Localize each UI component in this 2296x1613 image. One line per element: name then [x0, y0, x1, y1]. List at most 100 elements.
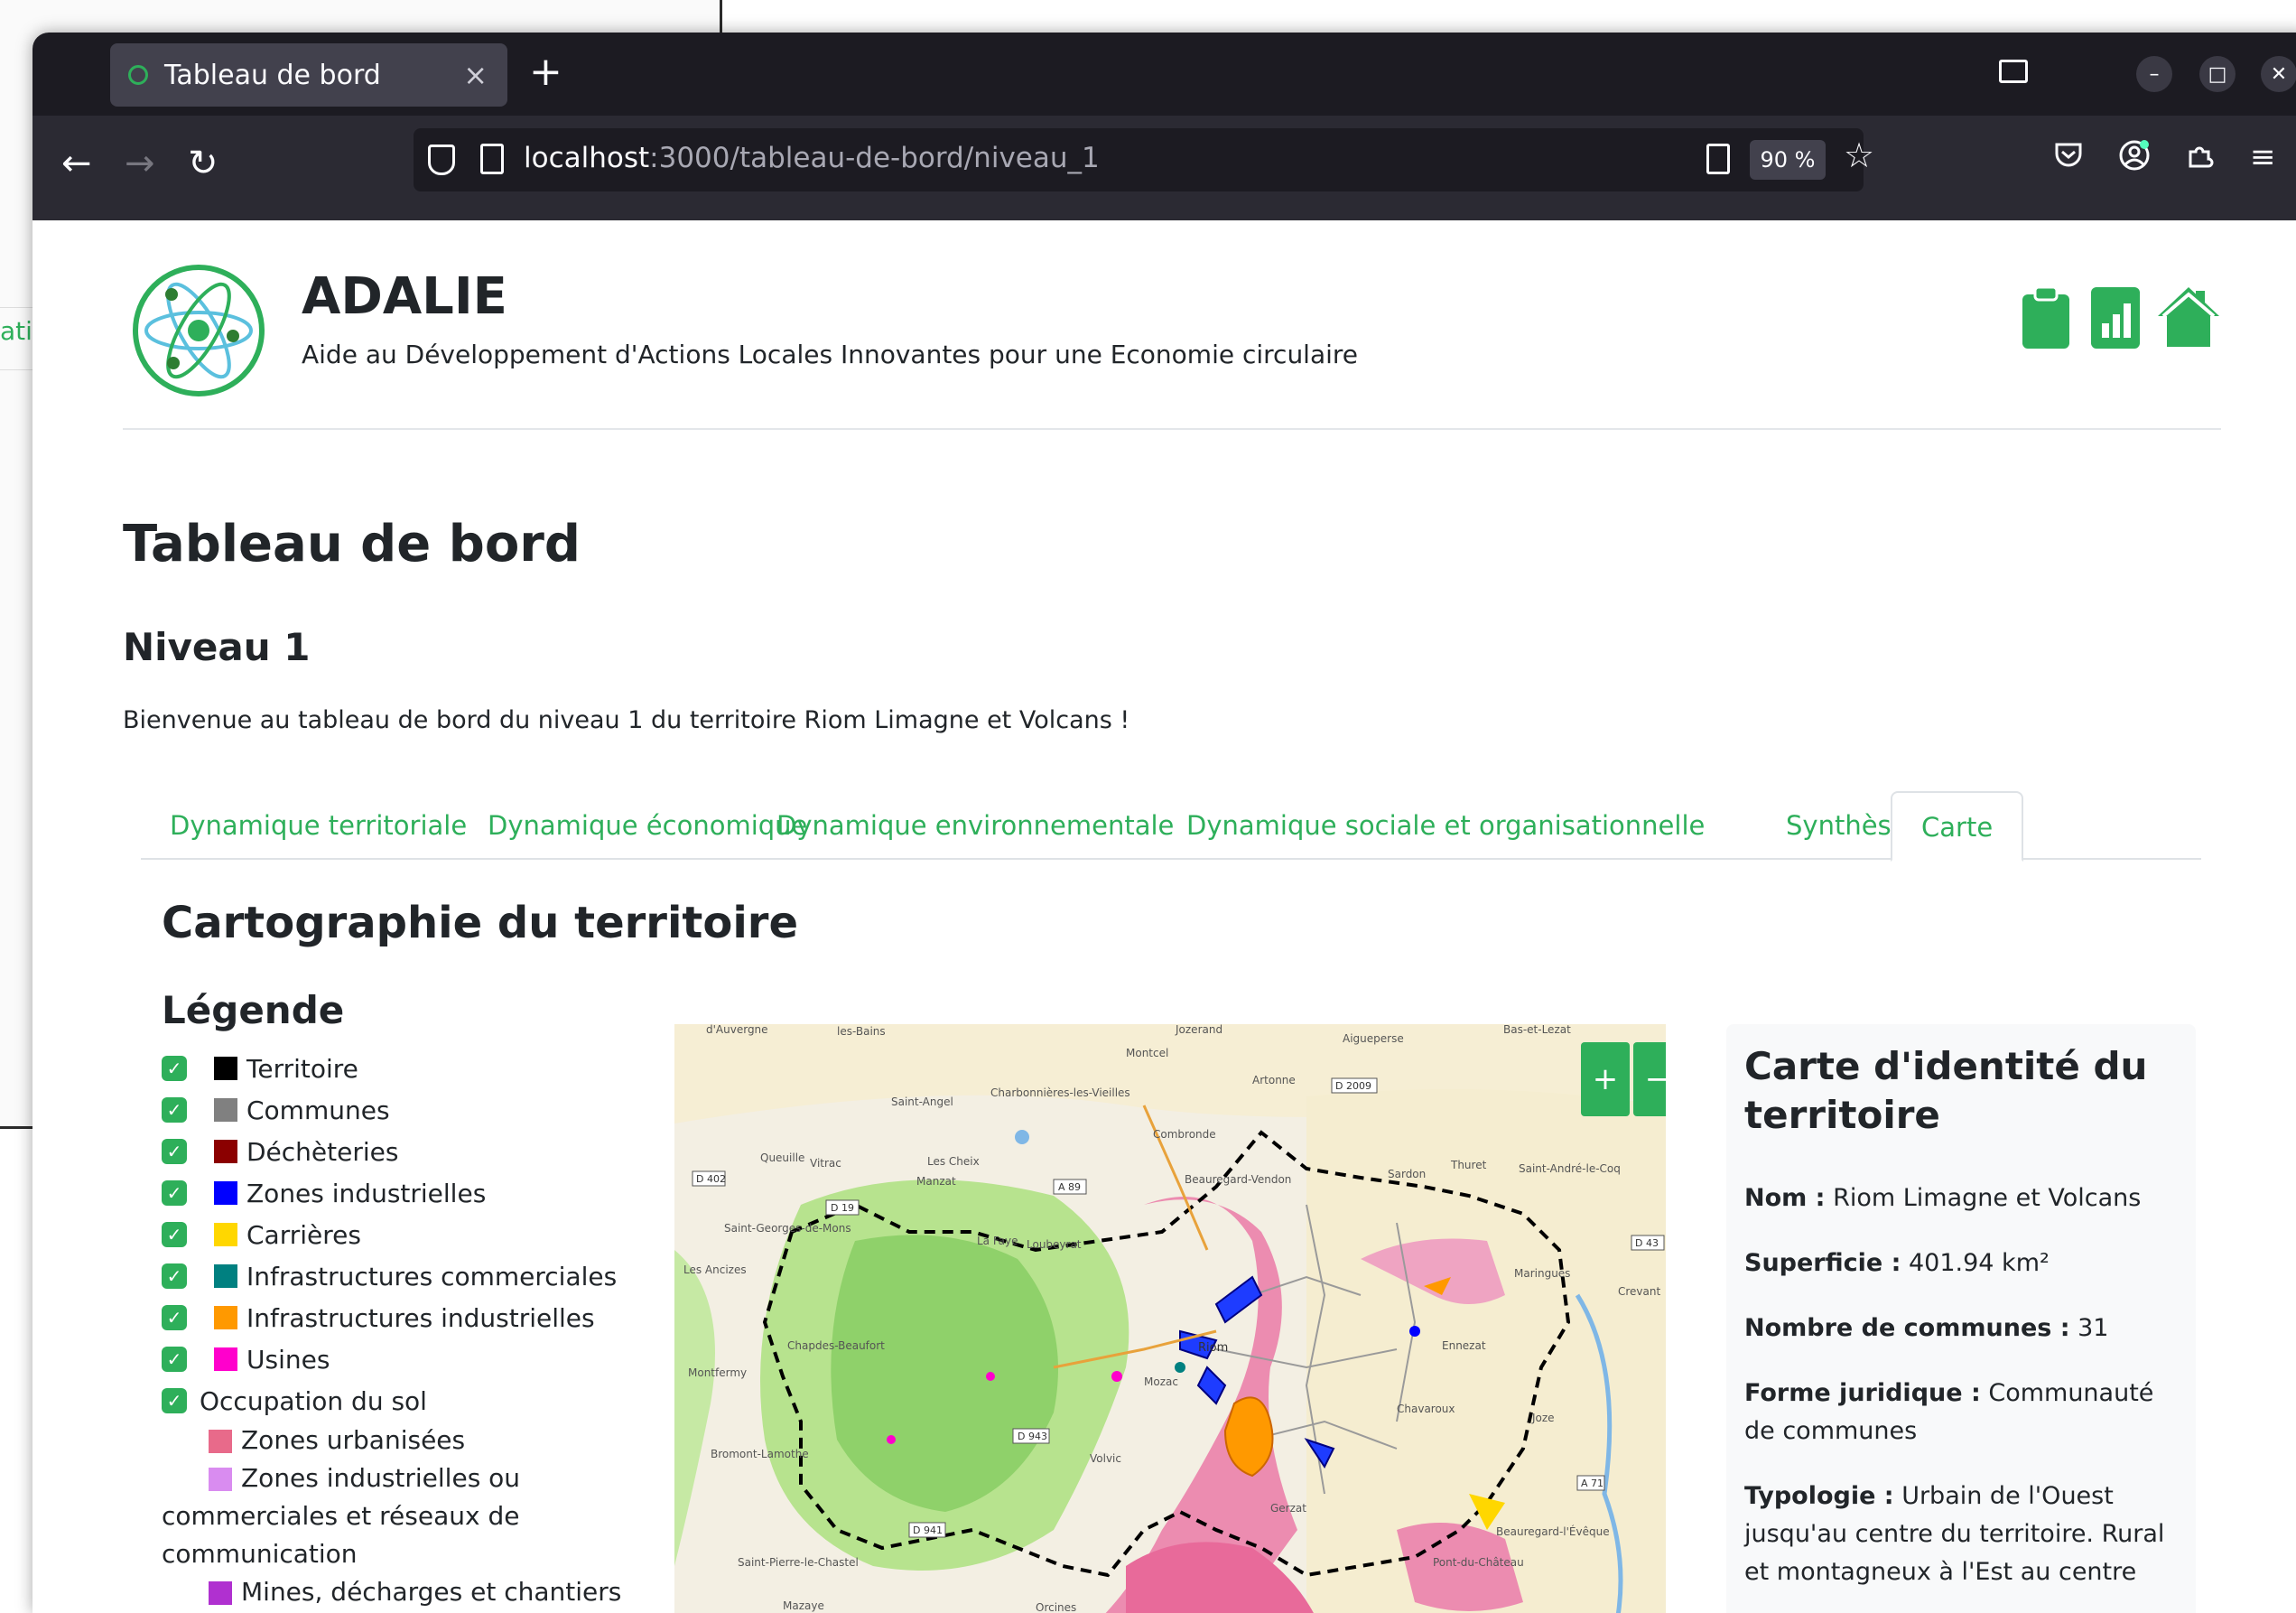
bookmark-star-icon[interactable]: ☆	[1844, 135, 1874, 175]
color-swatch	[214, 1057, 237, 1080]
tab-close-button[interactable]: ×	[463, 58, 488, 92]
window-list-icon[interactable]	[1999, 60, 2028, 83]
territory-id-card: Carte d'identité du territoire Nom : Rio…	[1726, 1024, 2196, 1613]
close-window-button[interactable]: ✕	[2261, 56, 2296, 92]
checkbox[interactable]: ✓	[162, 1222, 187, 1247]
zoom-in-button[interactable]: +	[1581, 1042, 1630, 1116]
page-title: Tableau de bord	[123, 515, 581, 573]
tab-dynamique-territoriale[interactable]: Dynamique territoriale	[141, 791, 496, 860]
legend-sublabel: Zones urbanisées	[241, 1425, 466, 1455]
new-tab-button[interactable]: +	[529, 49, 562, 95]
map-label: Les Ancizes	[683, 1263, 747, 1276]
checkbox[interactable]: ✓	[162, 1180, 187, 1206]
maximize-button[interactable]: □	[2199, 56, 2236, 92]
color-swatch	[214, 1223, 237, 1246]
legend-subitem: Zones urbanisées	[162, 1422, 631, 1459]
legend-subitem: Mines, décharges et chantiers	[162, 1573, 631, 1611]
legend-item[interactable]: ✓ Zones industrielles	[162, 1172, 631, 1214]
adalie-logo	[133, 265, 265, 396]
map-label: Orcines	[1036, 1601, 1076, 1613]
map-label: Montcel	[1126, 1047, 1168, 1059]
page-info-icon[interactable]	[480, 144, 504, 174]
map-label: Bromont-Lamothe	[711, 1448, 809, 1460]
header-separator	[123, 428, 2221, 430]
road-label: D 941	[913, 1524, 943, 1536]
menu-icon[interactable]: ≡	[2250, 139, 2276, 175]
legend-item-occupation[interactable]: ✓ Occupation du sol	[162, 1380, 631, 1422]
url-text[interactable]: localhost:3000/tableau-de-bord/niveau_1	[524, 142, 1100, 174]
map-label: Saint-Georges-de-Mons	[724, 1222, 851, 1235]
zoom-out-button[interactable]: −	[1633, 1042, 1666, 1116]
forward-button[interactable]: →	[125, 143, 155, 184]
tab-title: Tableau de bord	[164, 59, 381, 91]
tab-dynamique-sociale[interactable]: Dynamique sociale et organisationnelle	[1157, 791, 1734, 860]
checkbox[interactable]: ✓	[162, 1305, 187, 1330]
checkbox[interactable]: ✓	[162, 1056, 187, 1081]
checkbox[interactable]: ✓	[162, 1263, 187, 1289]
browser-titlebar: Tableau de bord × + – □ ✕	[33, 33, 2296, 116]
legend-label: Carrières	[246, 1219, 361, 1250]
field-value: 401.94 km²	[1909, 1249, 2050, 1277]
background-window-text: ati	[0, 316, 33, 346]
map-label: Mazaye	[783, 1599, 824, 1612]
home-icon[interactable]	[2156, 285, 2221, 349]
brand-title: ADALIE	[302, 267, 507, 326]
legend-item[interactable]: ✓ Infrastructures commerciales	[162, 1255, 631, 1297]
color-swatch	[214, 1140, 237, 1163]
reload-button[interactable]: ↻	[188, 143, 218, 184]
checkbox[interactable]: ✓	[162, 1139, 187, 1164]
bar-chart-icon[interactable]	[2089, 285, 2142, 350]
section-title: Cartographie du territoire	[162, 898, 799, 948]
clipboard-icon[interactable]	[2021, 285, 2071, 350]
legend-item[interactable]: ✓ Infrastructures industrielles	[162, 1297, 631, 1338]
back-button[interactable]: ←	[61, 143, 92, 184]
legend-label: Déchèteries	[246, 1136, 399, 1167]
tab-carte[interactable]: Carte	[1891, 791, 2024, 862]
brand-subtitle: Aide au Développement d'Actions Locales …	[302, 340, 1359, 369]
map-label: Les Cheix	[927, 1155, 980, 1168]
legend-item[interactable]: ✓ Carrières	[162, 1214, 631, 1255]
account-icon[interactable]	[2118, 139, 2151, 180]
map-label: d'Auvergne	[706, 1024, 768, 1036]
map-label: Queuille	[760, 1151, 804, 1164]
map-canvas[interactable]: d'Auvergne les-Bains Jozerand Bas-et-Lez…	[674, 1024, 1666, 1613]
id-field-communes: Nombre de communes : 31	[1744, 1310, 2178, 1347]
checkbox[interactable]: ✓	[162, 1388, 187, 1413]
territory-map[interactable]: d'Auvergne les-Bains Jozerand Bas-et-Lez…	[674, 1024, 1666, 1613]
legend-label: Territoire	[246, 1053, 358, 1084]
legend-item[interactable]: ✓ Territoire	[162, 1048, 631, 1089]
id-field-superficie: Superficie : 401.94 km²	[1744, 1245, 2178, 1282]
tab-dynamique-environnementale[interactable]: Dynamique environnementale	[748, 791, 1203, 860]
legend-label: Usines	[246, 1344, 330, 1375]
map-label: Vitrac	[810, 1157, 841, 1170]
zoom-level[interactable]: 90 %	[1750, 140, 1826, 180]
color-swatch	[214, 1098, 237, 1122]
checkbox[interactable]: ✓	[162, 1347, 187, 1372]
legend-item[interactable]: ✓ Communes	[162, 1089, 631, 1131]
field-label: Nom :	[1744, 1184, 1826, 1212]
minimize-button[interactable]: –	[2136, 56, 2172, 92]
browser-tab[interactable]: Tableau de bord ×	[110, 43, 507, 107]
legend-item[interactable]: ✓ Usines	[162, 1338, 631, 1380]
legend-label: Occupation du sol	[200, 1385, 427, 1416]
pocket-icon[interactable]	[2053, 139, 2084, 178]
map-label: Mozac	[1144, 1375, 1178, 1388]
map-label: Charbonnières-les-Vieilles	[990, 1086, 1130, 1099]
url-bar[interactable]: localhost:3000/tableau-de-bord/niveau_1 …	[414, 128, 1874, 191]
url-path: :3000/tableau-de-bord/niveau_1	[649, 142, 1100, 174]
reader-view-icon[interactable]	[1706, 144, 1730, 174]
road-label: D 402	[696, 1173, 726, 1185]
shield-icon[interactable]	[428, 145, 455, 175]
checkbox[interactable]: ✓	[162, 1097, 187, 1123]
legend-item[interactable]: ✓ Déchèteries	[162, 1131, 631, 1172]
legend-label: Zones industrielles	[246, 1178, 487, 1208]
color-swatch	[214, 1181, 237, 1205]
map-label: les-Bains	[837, 1025, 886, 1038]
map-label: Joze	[1531, 1412, 1555, 1424]
field-value: Riom Limagne et Volcans	[1833, 1184, 2142, 1212]
map-label: Loubeyrat	[1027, 1238, 1082, 1251]
road-label: D 2009	[1335, 1080, 1371, 1092]
map-label: Thuret	[1450, 1159, 1487, 1171]
road-label: D 43	[1635, 1237, 1659, 1249]
extensions-icon[interactable]	[2185, 139, 2216, 178]
